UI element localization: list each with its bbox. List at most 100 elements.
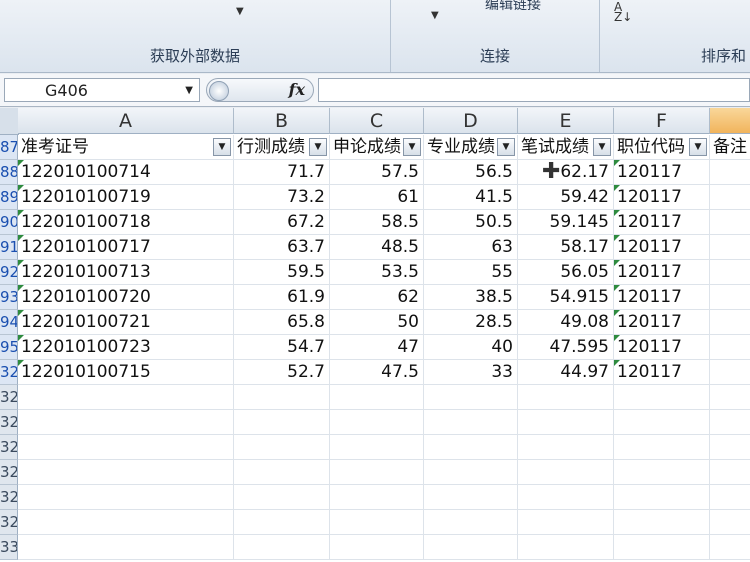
- empty-cell[interactable]: [330, 385, 424, 410]
- cell-c[interactable]: 61: [330, 185, 424, 210]
- cell-g[interactable]: [710, 285, 750, 310]
- empty-cell[interactable]: [614, 535, 710, 560]
- empty-cell[interactable]: [330, 510, 424, 535]
- cell-g[interactable]: [710, 360, 750, 385]
- empty-cell[interactable]: [710, 485, 750, 510]
- cell-b[interactable]: 63.7: [234, 235, 330, 260]
- empty-cell[interactable]: [424, 510, 518, 535]
- chevron-down-icon[interactable]: ▼: [185, 79, 193, 103]
- cell-d[interactable]: 40: [424, 335, 518, 360]
- cell-c[interactable]: 57.5: [330, 160, 424, 185]
- cell-g[interactable]: [710, 310, 750, 335]
- empty-cell[interactable]: [710, 435, 750, 460]
- empty-cell[interactable]: [234, 485, 330, 510]
- cell-f[interactable]: 120117: [614, 185, 710, 210]
- cell-e[interactable]: 44.97: [518, 360, 614, 385]
- cell-g[interactable]: [710, 260, 750, 285]
- empty-cell[interactable]: [518, 510, 614, 535]
- column-header-c[interactable]: C: [330, 108, 424, 134]
- edit-links-button[interactable]: 编辑链接: [485, 0, 541, 14]
- empty-cell[interactable]: [330, 485, 424, 510]
- empty-cell[interactable]: [234, 460, 330, 485]
- cell-c[interactable]: 53.5: [330, 260, 424, 285]
- empty-cell[interactable]: [518, 385, 614, 410]
- cell-c[interactable]: 62: [330, 285, 424, 310]
- empty-cell[interactable]: [18, 435, 234, 460]
- empty-cell[interactable]: [424, 435, 518, 460]
- cell-e[interactable]: 56.05: [518, 260, 614, 285]
- cell-d[interactable]: 63: [424, 235, 518, 260]
- empty-cell[interactable]: [518, 460, 614, 485]
- filter-dropdown-button[interactable]: ▼: [593, 138, 611, 156]
- cell-d[interactable]: 56.5: [424, 160, 518, 185]
- empty-cell[interactable]: [710, 535, 750, 560]
- empty-cell[interactable]: [18, 485, 234, 510]
- empty-cell[interactable]: [234, 410, 330, 435]
- name-box[interactable]: G406 ▼: [4, 78, 200, 102]
- cell-a[interactable]: 122010100714: [18, 160, 234, 185]
- cell-c[interactable]: 48.5: [330, 235, 424, 260]
- empty-cell[interactable]: [234, 535, 330, 560]
- row-number[interactable]: 95: [0, 335, 18, 360]
- cell-g[interactable]: [710, 235, 750, 260]
- cell-d[interactable]: 41.5: [424, 185, 518, 210]
- row-number[interactable]: 327: [0, 460, 18, 485]
- cell-f[interactable]: 120117: [614, 285, 710, 310]
- row-number[interactable]: 324: [0, 385, 18, 410]
- header-cell[interactable]: 准考证号: [18, 135, 234, 160]
- empty-cell[interactable]: [424, 385, 518, 410]
- cell-f[interactable]: 120117: [614, 310, 710, 335]
- row-number[interactable]: 326: [0, 435, 18, 460]
- chevron-down-icon[interactable]: ▼: [236, 6, 244, 17]
- row-number[interactable]: 94: [0, 310, 18, 335]
- cell-b[interactable]: 52.7: [234, 360, 330, 385]
- empty-cell[interactable]: [614, 510, 710, 535]
- empty-cell[interactable]: [614, 435, 710, 460]
- empty-cell[interactable]: [424, 485, 518, 510]
- cell-e[interactable]: 59.42: [518, 185, 614, 210]
- empty-cell[interactable]: [710, 460, 750, 485]
- empty-cell[interactable]: [518, 535, 614, 560]
- row-number[interactable]: 328: [0, 485, 18, 510]
- empty-cell[interactable]: [234, 510, 330, 535]
- cell-e[interactable]: 58.17: [518, 235, 614, 260]
- empty-cell[interactable]: [18, 460, 234, 485]
- column-header-g[interactable]: [710, 108, 750, 134]
- empty-cell[interactable]: [234, 435, 330, 460]
- cell-b[interactable]: 54.7: [234, 335, 330, 360]
- cell-g[interactable]: [710, 160, 750, 185]
- empty-cell[interactable]: [710, 410, 750, 435]
- cell-b[interactable]: 73.2: [234, 185, 330, 210]
- select-all-corner[interactable]: [0, 108, 19, 135]
- row-number[interactable]: 93: [0, 285, 18, 310]
- cell-d[interactable]: 50.5: [424, 210, 518, 235]
- cell-b[interactable]: 67.2: [234, 210, 330, 235]
- empty-cell[interactable]: [424, 535, 518, 560]
- cell-g[interactable]: [710, 210, 750, 235]
- row-number[interactable]: 87: [0, 135, 18, 160]
- empty-cell[interactable]: [614, 485, 710, 510]
- empty-cell[interactable]: [518, 435, 614, 460]
- cell-a[interactable]: 122010100713: [18, 260, 234, 285]
- column-header-e[interactable]: E: [518, 108, 614, 134]
- cell-b[interactable]: 71.7: [234, 160, 330, 185]
- cell-e[interactable]: 49.08: [518, 310, 614, 335]
- cell-a[interactable]: 122010100721: [18, 310, 234, 335]
- column-header-a[interactable]: A: [18, 108, 234, 134]
- cell-c[interactable]: 50: [330, 310, 424, 335]
- empty-cell[interactable]: [330, 535, 424, 560]
- filter-dropdown-button[interactable]: ▼: [309, 138, 327, 156]
- empty-cell[interactable]: [710, 510, 750, 535]
- cell-a[interactable]: 122010100723: [18, 335, 234, 360]
- empty-cell[interactable]: [614, 410, 710, 435]
- cell-a[interactable]: 122010100720: [18, 285, 234, 310]
- cell-f[interactable]: 120117: [614, 210, 710, 235]
- cell-b[interactable]: 61.9: [234, 285, 330, 310]
- empty-cell[interactable]: [18, 385, 234, 410]
- cell-e[interactable]: 54.915: [518, 285, 614, 310]
- empty-cell[interactable]: [18, 410, 234, 435]
- empty-cell[interactable]: [330, 410, 424, 435]
- chevron-down-icon[interactable]: ▼: [431, 10, 439, 21]
- cell-a[interactable]: 122010100718: [18, 210, 234, 235]
- empty-cell[interactable]: [330, 435, 424, 460]
